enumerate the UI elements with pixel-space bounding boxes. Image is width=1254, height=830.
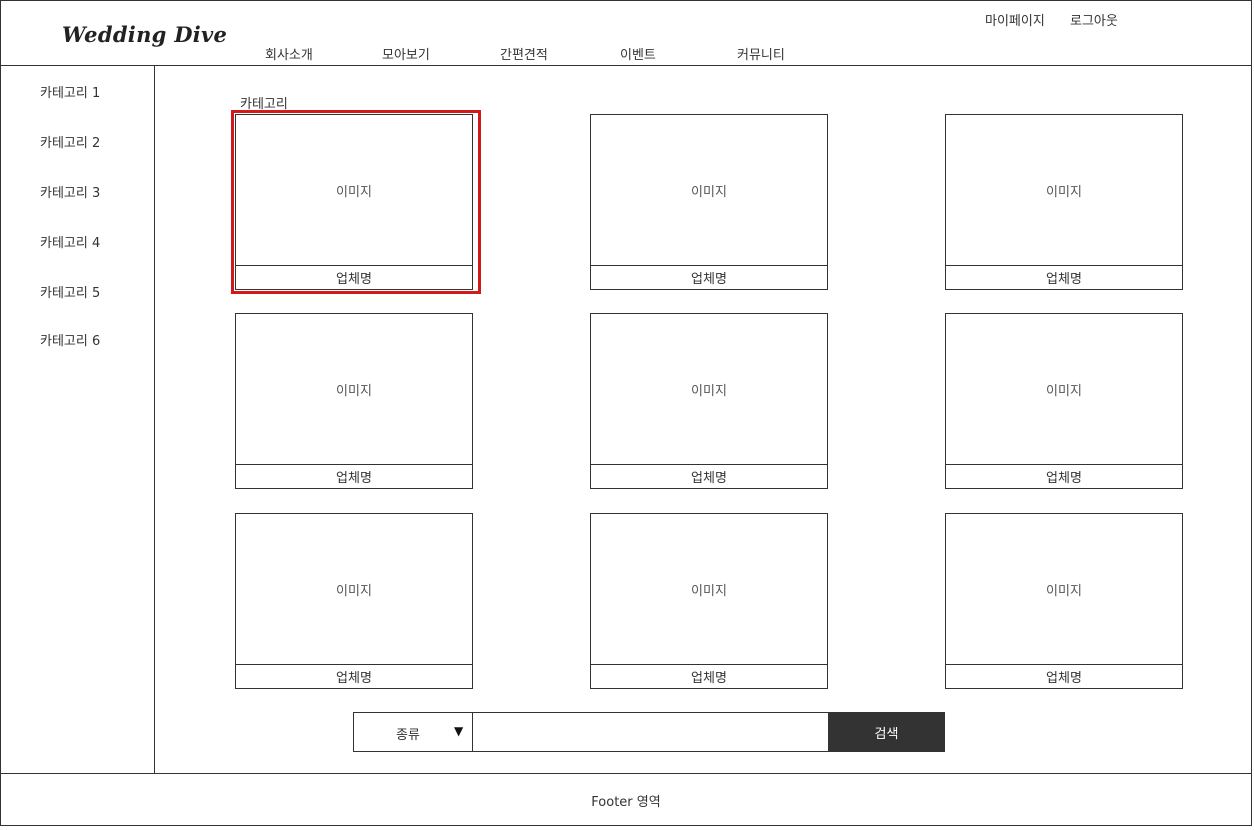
vendor-image-placeholder: 이미지 (691, 184, 727, 200)
vendor-card[interactable]: 이미지 업체명 (235, 513, 473, 689)
vendor-name: 업체명 (591, 265, 827, 289)
vendor-card[interactable]: 이미지 업체명 (590, 114, 828, 290)
sidebar-item-category-1[interactable]: 카테고리 1 (40, 82, 100, 101)
vendor-card[interactable]: 이미지 업체명 (590, 513, 828, 689)
vendor-image-placeholder: 이미지 (1046, 383, 1082, 399)
search-button[interactable]: 검색 (828, 712, 945, 752)
header: Wedding Dive 회사소개 모아보기 간편견적 이벤트 커뮤니티 마이페… (0, 0, 1252, 66)
nav-item-community[interactable]: 커뮤니티 (737, 44, 785, 63)
dropdown-arrow-icon: ▼ (454, 724, 464, 738)
vendor-name: 업체명 (946, 464, 1182, 488)
vendor-card[interactable]: 이미지 업체명 (945, 114, 1183, 290)
logout-link[interactable]: 로그아웃 (1070, 10, 1118, 29)
vendor-name: 업체명 (236, 464, 472, 488)
selection-highlight (231, 110, 481, 294)
vendor-name: 업체명 (591, 664, 827, 688)
type-select-label: 종류 (396, 728, 420, 743)
nav-item-event[interactable]: 이벤트 (620, 44, 656, 63)
nav-item-company[interactable]: 회사소개 (265, 44, 313, 63)
nav-item-quote[interactable]: 간편견적 (500, 44, 548, 63)
sidebar-item-category-5[interactable]: 카테고리 5 (40, 282, 100, 301)
search-input[interactable] (472, 712, 829, 752)
vendor-image-placeholder: 이미지 (691, 583, 727, 599)
vendor-card[interactable]: 이미지 업체명 (945, 313, 1183, 489)
vendor-card[interactable]: 이미지 업체명 (590, 313, 828, 489)
logo[interactable]: Wedding Dive (62, 22, 227, 47)
vendor-name: 업체명 (236, 664, 472, 688)
vendor-image-placeholder: 이미지 (1046, 583, 1082, 599)
sidebar-item-category-3[interactable]: 카테고리 3 (40, 182, 100, 201)
sidebar-item-category-2[interactable]: 카테고리 2 (40, 132, 100, 151)
vendor-name: 업체명 (946, 664, 1182, 688)
nav-item-browse[interactable]: 모아보기 (382, 44, 430, 63)
vendor-image-placeholder: 이미지 (336, 383, 372, 399)
type-select[interactable]: 종류 ▼ (353, 712, 473, 752)
sidebar-item-category-4[interactable]: 카테고리 4 (40, 232, 100, 251)
vendor-name: 업체명 (946, 265, 1182, 289)
sidebar: 카테고리 1 카테고리 2 카테고리 3 카테고리 4 카테고리 5 카테고리 … (0, 66, 155, 773)
mypage-link[interactable]: 마이페이지 (985, 10, 1045, 29)
vendor-card[interactable]: 이미지 업체명 (235, 313, 473, 489)
sidebar-item-category-6[interactable]: 카테고리 6 (40, 330, 100, 349)
vendor-image-placeholder: 이미지 (691, 383, 727, 399)
vendor-image-placeholder: 이미지 (336, 583, 372, 599)
vendor-name: 업체명 (591, 464, 827, 488)
footer: Footer 영역 (0, 773, 1252, 826)
vendor-card[interactable]: 이미지 업체명 (945, 513, 1183, 689)
vendor-image-placeholder: 이미지 (1046, 184, 1082, 200)
